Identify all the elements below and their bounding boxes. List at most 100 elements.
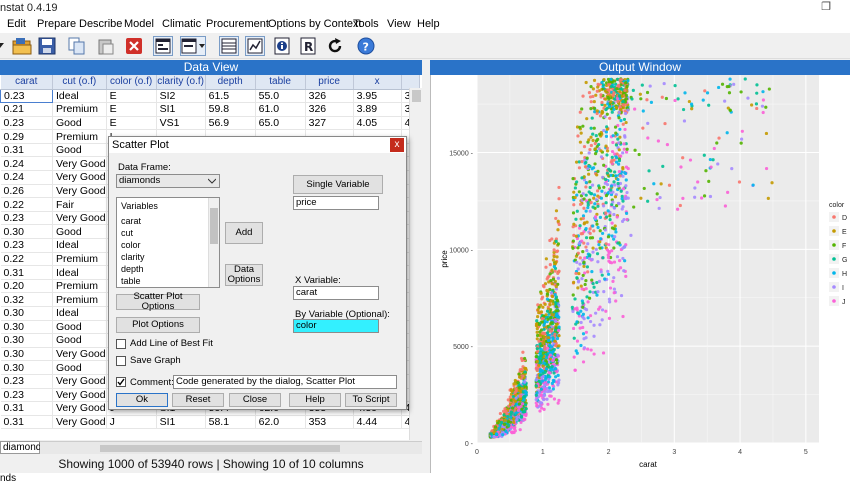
list-item[interactable]: depth	[121, 264, 144, 274]
table-cell[interactable]: Good	[52, 320, 107, 335]
table-cell[interactable]: Ideal	[52, 265, 107, 280]
column-header[interactable]: carat	[0, 75, 53, 90]
table-cell[interactable]: 61.0	[255, 102, 306, 117]
menu-procurement[interactable]: Procurement	[206, 18, 269, 30]
table-cell[interactable]: Very Good	[52, 184, 107, 199]
table-row[interactable]: 0.31Very GoodJSI158.162.03534.444.4	[0, 415, 421, 430]
table-cell[interactable]: 55.0	[255, 89, 306, 104]
table-cell[interactable]: 0.30	[0, 320, 53, 335]
table-cell[interactable]: SI1	[156, 415, 206, 430]
table-cell[interactable]: E	[106, 89, 157, 104]
table-cell[interactable]: Premium	[52, 252, 107, 267]
list-item[interactable]: clarity	[121, 252, 145, 262]
single-variable-button[interactable]: Single Variable	[293, 175, 383, 194]
column-header[interactable]: x	[353, 75, 402, 90]
table-cell[interactable]: Premium	[52, 102, 107, 117]
y-variable-field[interactable]: price	[293, 196, 379, 210]
dialog-dropdown-icon[interactable]	[180, 36, 206, 56]
save-icon[interactable]	[37, 36, 57, 56]
table-cell[interactable]: Ideal	[52, 306, 107, 321]
table-cell[interactable]: Good	[52, 333, 107, 348]
table-cell[interactable]: 0.22	[0, 252, 53, 267]
close-icon[interactable]: x	[390, 138, 404, 152]
data-frame-select[interactable]: diamonds	[116, 174, 220, 188]
r-script-icon[interactable]: R	[298, 36, 318, 56]
table-cell[interactable]: 326	[305, 102, 354, 117]
plot-options-button[interactable]: Plot Options	[116, 317, 200, 333]
table-cell[interactable]: Premium	[52, 292, 107, 307]
table-cell[interactable]: Fair	[52, 197, 107, 212]
table-cell[interactable]: 0.30	[0, 360, 53, 375]
table-cell[interactable]: 0.31	[0, 265, 53, 280]
save-graph-checkbox[interactable]	[116, 356, 126, 366]
table-cell[interactable]: 3.89	[353, 102, 402, 117]
table-cell[interactable]: 61.5	[205, 89, 256, 104]
scatter-plot-options-button[interactable]: Scatter Plot Options	[116, 292, 200, 312]
menu-view[interactable]: View	[387, 18, 411, 30]
table-cell[interactable]: SI1	[156, 102, 206, 117]
table-cell[interactable]: 0.30	[0, 306, 53, 321]
paste-icon[interactable]	[96, 36, 116, 56]
data-view-icon[interactable]	[219, 36, 239, 56]
table-cell[interactable]: Premium	[52, 129, 107, 144]
scrollbar-thumb[interactable]	[210, 208, 218, 244]
table-cell[interactable]: Very Good	[52, 211, 107, 226]
menu-describe[interactable]: Describe	[79, 18, 122, 30]
table-cell[interactable]: 0.20	[0, 279, 53, 294]
table-cell[interactable]: 327	[305, 116, 354, 131]
table-cell[interactable]: Ideal	[52, 238, 107, 253]
table-cell[interactable]: 59.8	[205, 102, 256, 117]
list-item[interactable]: color	[121, 240, 141, 250]
list-item[interactable]: cut	[121, 228, 133, 238]
table-cell[interactable]: Very Good	[52, 156, 107, 172]
ok-button[interactable]: Ok	[116, 393, 168, 407]
table-cell[interactable]: Ideal	[52, 89, 107, 104]
table-cell[interactable]: 0.24	[0, 170, 53, 185]
table-cell[interactable]: 0.31	[0, 143, 53, 158]
list-item[interactable]: carat	[121, 216, 141, 226]
help-icon[interactable]: ?	[356, 36, 376, 56]
best-fit-checkbox[interactable]	[116, 339, 126, 349]
data-grid-horizontal-scrollbar[interactable]	[40, 441, 422, 454]
variables-scrollbar[interactable]	[208, 198, 219, 287]
table-cell[interactable]: 0.22	[0, 197, 53, 212]
column-header[interactable]: depth	[205, 75, 256, 90]
table-cell[interactable]: Good	[52, 360, 107, 375]
column-header[interactable]: table	[255, 75, 306, 90]
table-cell[interactable]: 65.0	[255, 116, 306, 131]
table-cell[interactable]: 0.21	[0, 102, 53, 117]
menu-model[interactable]: Model	[124, 18, 154, 30]
table-cell[interactable]: 353	[305, 415, 354, 430]
sheet-tab-diamonds[interactable]: diamonds	[0, 441, 46, 454]
refresh-icon[interactable]	[325, 36, 345, 56]
table-cell[interactable]: VS1	[156, 116, 206, 131]
add-button[interactable]: Add	[225, 222, 263, 244]
table-cell[interactable]: 0.30	[0, 347, 53, 362]
table-cell[interactable]: Very Good	[52, 374, 107, 389]
to-script-button[interactable]: To Script	[345, 393, 397, 407]
copy-icon[interactable]	[67, 36, 87, 56]
table-cell[interactable]: 62.0	[255, 415, 306, 430]
list-item[interactable]: table	[121, 276, 141, 286]
menu-help[interactable]: Help	[417, 18, 440, 30]
variables-list[interactable]: Variables carat cut color clarity depth …	[116, 197, 220, 288]
table-cell[interactable]: Good	[52, 143, 107, 158]
table-row[interactable]: 0.23IdealESI261.555.03263.953.9	[0, 88, 421, 104]
table-cell[interactable]: 4.44	[353, 415, 402, 430]
table-cell[interactable]: 0.30	[0, 224, 53, 240]
table-cell[interactable]: Very Good	[52, 347, 107, 362]
table-cell[interactable]: 0.31	[0, 415, 53, 430]
table-cell[interactable]: 0.30	[0, 333, 53, 348]
column-header[interactable]: color (o.f)	[106, 75, 157, 90]
table-cell[interactable]: 4.05	[353, 116, 402, 131]
table-cell[interactable]: E	[106, 102, 157, 117]
table-cell[interactable]: 0.23	[0, 374, 53, 389]
x-variable-field[interactable]: carat	[293, 286, 379, 300]
table-cell[interactable]: Very Good	[52, 388, 107, 403]
table-cell[interactable]: SI2	[156, 89, 206, 104]
data-options-button[interactable]: Data Options	[225, 264, 263, 286]
table-cell[interactable]: 0.23	[0, 211, 53, 226]
table-cell[interactable]: 0.23	[0, 388, 53, 403]
close-button[interactable]: Close	[229, 393, 281, 407]
close-red-icon[interactable]	[124, 36, 144, 56]
